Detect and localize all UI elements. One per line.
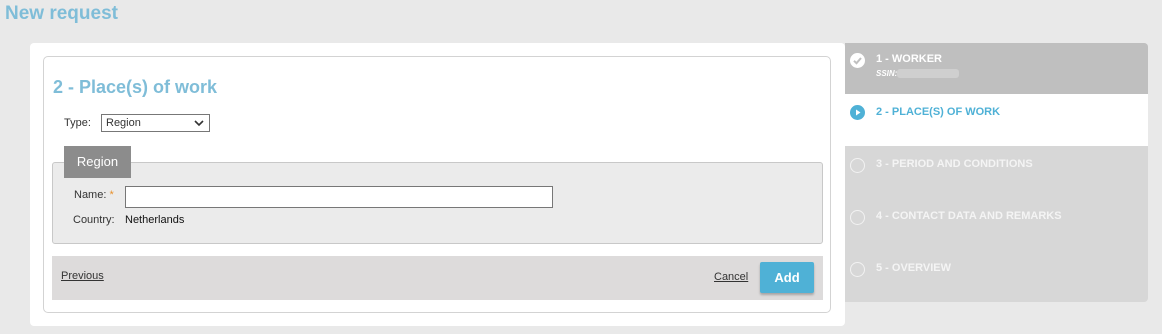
step-overview[interactable]: 5 - OVERVIEW (845, 250, 1148, 302)
page-title: New request (5, 3, 118, 24)
cancel-link[interactable]: Cancel (714, 271, 748, 283)
step-place-of-work[interactable]: 2 - PLACE(S) OF WORK (845, 94, 1148, 146)
previous-link[interactable]: Previous (61, 270, 104, 282)
form-panel: 2 - Place(s) of work Type: Region Name: … (30, 43, 845, 326)
country-value: Netherlands (125, 214, 185, 226)
wizard-steps: 1 - WORKER SSIN: 2 - PLACE(S) OF WORK 3 … (845, 43, 1148, 302)
form-footer: Previous Cancel Add (52, 256, 823, 300)
circle-icon (850, 262, 865, 277)
step-label: 5 - OVERVIEW (876, 262, 951, 274)
circle-icon (850, 158, 865, 173)
step-label: 4 - CONTACT DATA AND REMARKS (876, 210, 1062, 222)
ssin-value-redacted (897, 69, 959, 78)
check-icon (850, 53, 865, 68)
country-label: Country: (73, 214, 115, 226)
add-button[interactable]: Add (760, 262, 814, 293)
step-period-and-conditions[interactable]: 3 - PERIOD AND CONDITIONS (845, 146, 1148, 198)
required-marker: * (109, 189, 114, 201)
type-label: Type: (64, 117, 91, 129)
name-label: Name: * (74, 189, 114, 201)
circle-icon (850, 210, 865, 225)
name-input[interactable] (125, 186, 553, 208)
region-fieldset: Name: * Country: Netherlands (52, 162, 823, 244)
section-title: 2 - Place(s) of work (53, 77, 218, 97)
place-of-work-form: 2 - Place(s) of work Type: Region Name: … (43, 56, 831, 313)
step-label: 2 - PLACE(S) OF WORK (876, 106, 1001, 118)
region-tab: Region (64, 146, 131, 178)
type-select-value: Region (106, 117, 141, 129)
ssin-label: SSIN: (876, 69, 898, 78)
step-label: 1 - WORKER (876, 53, 942, 65)
step-contact-data[interactable]: 4 - CONTACT DATA AND REMARKS (845, 198, 1148, 250)
play-icon (850, 105, 865, 120)
step-label: 3 - PERIOD AND CONDITIONS (876, 158, 1033, 170)
step-worker[interactable]: 1 - WORKER SSIN: (845, 43, 1148, 94)
type-select[interactable]: Region (101, 114, 210, 132)
chevron-down-icon (193, 115, 205, 131)
